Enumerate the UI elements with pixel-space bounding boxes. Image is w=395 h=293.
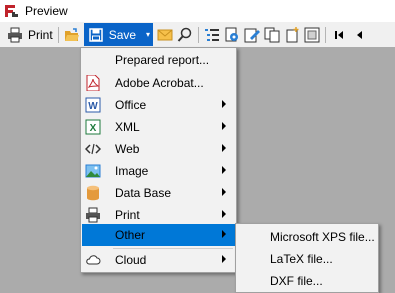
print-button[interactable]: Print <box>3 24 55 45</box>
menu-item-print[interactable]: Print <box>82 204 235 226</box>
submenu-arrow-icon <box>222 122 226 130</box>
menu-item-dxf[interactable]: DXF file... <box>237 270 377 292</box>
toolbar: Print Save ▾ <box>0 22 395 47</box>
menu-item-label: XML <box>115 120 140 134</box>
menu-item-label: Adobe Acrobat... <box>115 76 204 90</box>
pdf-icon <box>85 75 101 91</box>
menu-item-prepared-report[interactable]: Prepared report... <box>82 49 235 71</box>
word-icon: W <box>85 97 101 113</box>
print-icon <box>85 207 101 223</box>
submenu-arrow-icon <box>222 144 226 152</box>
save-icon <box>88 27 104 43</box>
menu-item-label: Data Base <box>115 186 172 200</box>
menu-item-label: Image <box>115 164 149 178</box>
menu-item-image[interactable]: Image <box>82 160 235 182</box>
submenu-arrow-icon <box>222 210 226 218</box>
previous-page-icon[interactable] <box>351 27 367 43</box>
menu-item-label: LaTeX file... <box>270 252 333 266</box>
submenu-arrow-icon <box>222 188 226 196</box>
settings-icon[interactable] <box>224 27 240 43</box>
menu-item-cloud[interactable]: Cloud <box>82 249 235 271</box>
menu-item-web[interactable]: Web <box>82 138 235 160</box>
print-button-label: Print <box>28 27 53 42</box>
database-icon <box>85 185 101 201</box>
window-title: Preview <box>25 4 68 18</box>
new-page-icon[interactable] <box>284 26 300 43</box>
submenu-arrow-icon <box>222 255 226 263</box>
fastreport-logo-icon <box>5 4 19 18</box>
menu-item-latex[interactable]: LaTeX file... <box>237 248 377 270</box>
submenu-arrow-icon <box>222 100 226 108</box>
print-icon <box>7 27 23 43</box>
title-bar: Preview <box>0 0 395 22</box>
svg-text:X: X <box>90 123 97 134</box>
open-icon[interactable] <box>64 27 80 43</box>
find-icon[interactable] <box>177 27 193 43</box>
menu-item-label: Cloud <box>115 253 147 267</box>
menu-item-label: DXF file... <box>270 274 323 288</box>
menu-item-adobe-acrobat[interactable]: Adobe Acrobat... <box>82 72 235 94</box>
save-button[interactable]: Save ▾ <box>83 23 154 46</box>
edit-icon[interactable] <box>244 27 261 43</box>
copy-page-icon[interactable] <box>264 27 280 43</box>
menu-item-microsoft-xps[interactable]: Microsoft XPS file... <box>237 226 377 248</box>
menu-item-office[interactable]: W Office <box>82 94 235 116</box>
menu-item-label: Office <box>115 98 147 112</box>
first-page-icon[interactable] <box>331 27 347 43</box>
menu-item-label: Other <box>115 228 146 242</box>
delete-page-icon[interactable] <box>304 27 320 43</box>
save-button-label: Save <box>108 27 137 42</box>
save-dropdown-menu: Prepared report... Adobe Acrobat... W Of… <box>80 47 237 273</box>
image-icon <box>85 163 101 179</box>
menu-item-other[interactable]: Other <box>82 224 235 246</box>
excel-icon: X <box>85 119 101 135</box>
email-icon[interactable] <box>157 27 173 43</box>
submenu-arrow-icon <box>222 230 226 238</box>
toolbar-separator <box>198 26 200 43</box>
menu-item-data-base[interactable]: Data Base <box>82 182 235 204</box>
menu-item-xml[interactable]: X XML <box>82 116 235 138</box>
menu-item-label: Web <box>115 142 140 156</box>
toolbar-separator <box>325 26 327 43</box>
submenu-arrow-icon <box>222 166 226 174</box>
chevron-down-icon[interactable]: ▾ <box>146 30 150 39</box>
cloud-icon <box>85 252 101 268</box>
outline-icon[interactable] <box>204 27 220 43</box>
toolbar-separator <box>57 26 59 43</box>
code-icon <box>85 141 101 157</box>
other-submenu: Microsoft XPS file... LaTeX file... DXF … <box>235 223 379 293</box>
menu-item-label: Prepared report... <box>115 53 210 67</box>
svg-text:W: W <box>88 101 98 112</box>
menu-item-label: Print <box>115 208 140 222</box>
menu-item-label: Microsoft XPS file... <box>270 230 375 244</box>
